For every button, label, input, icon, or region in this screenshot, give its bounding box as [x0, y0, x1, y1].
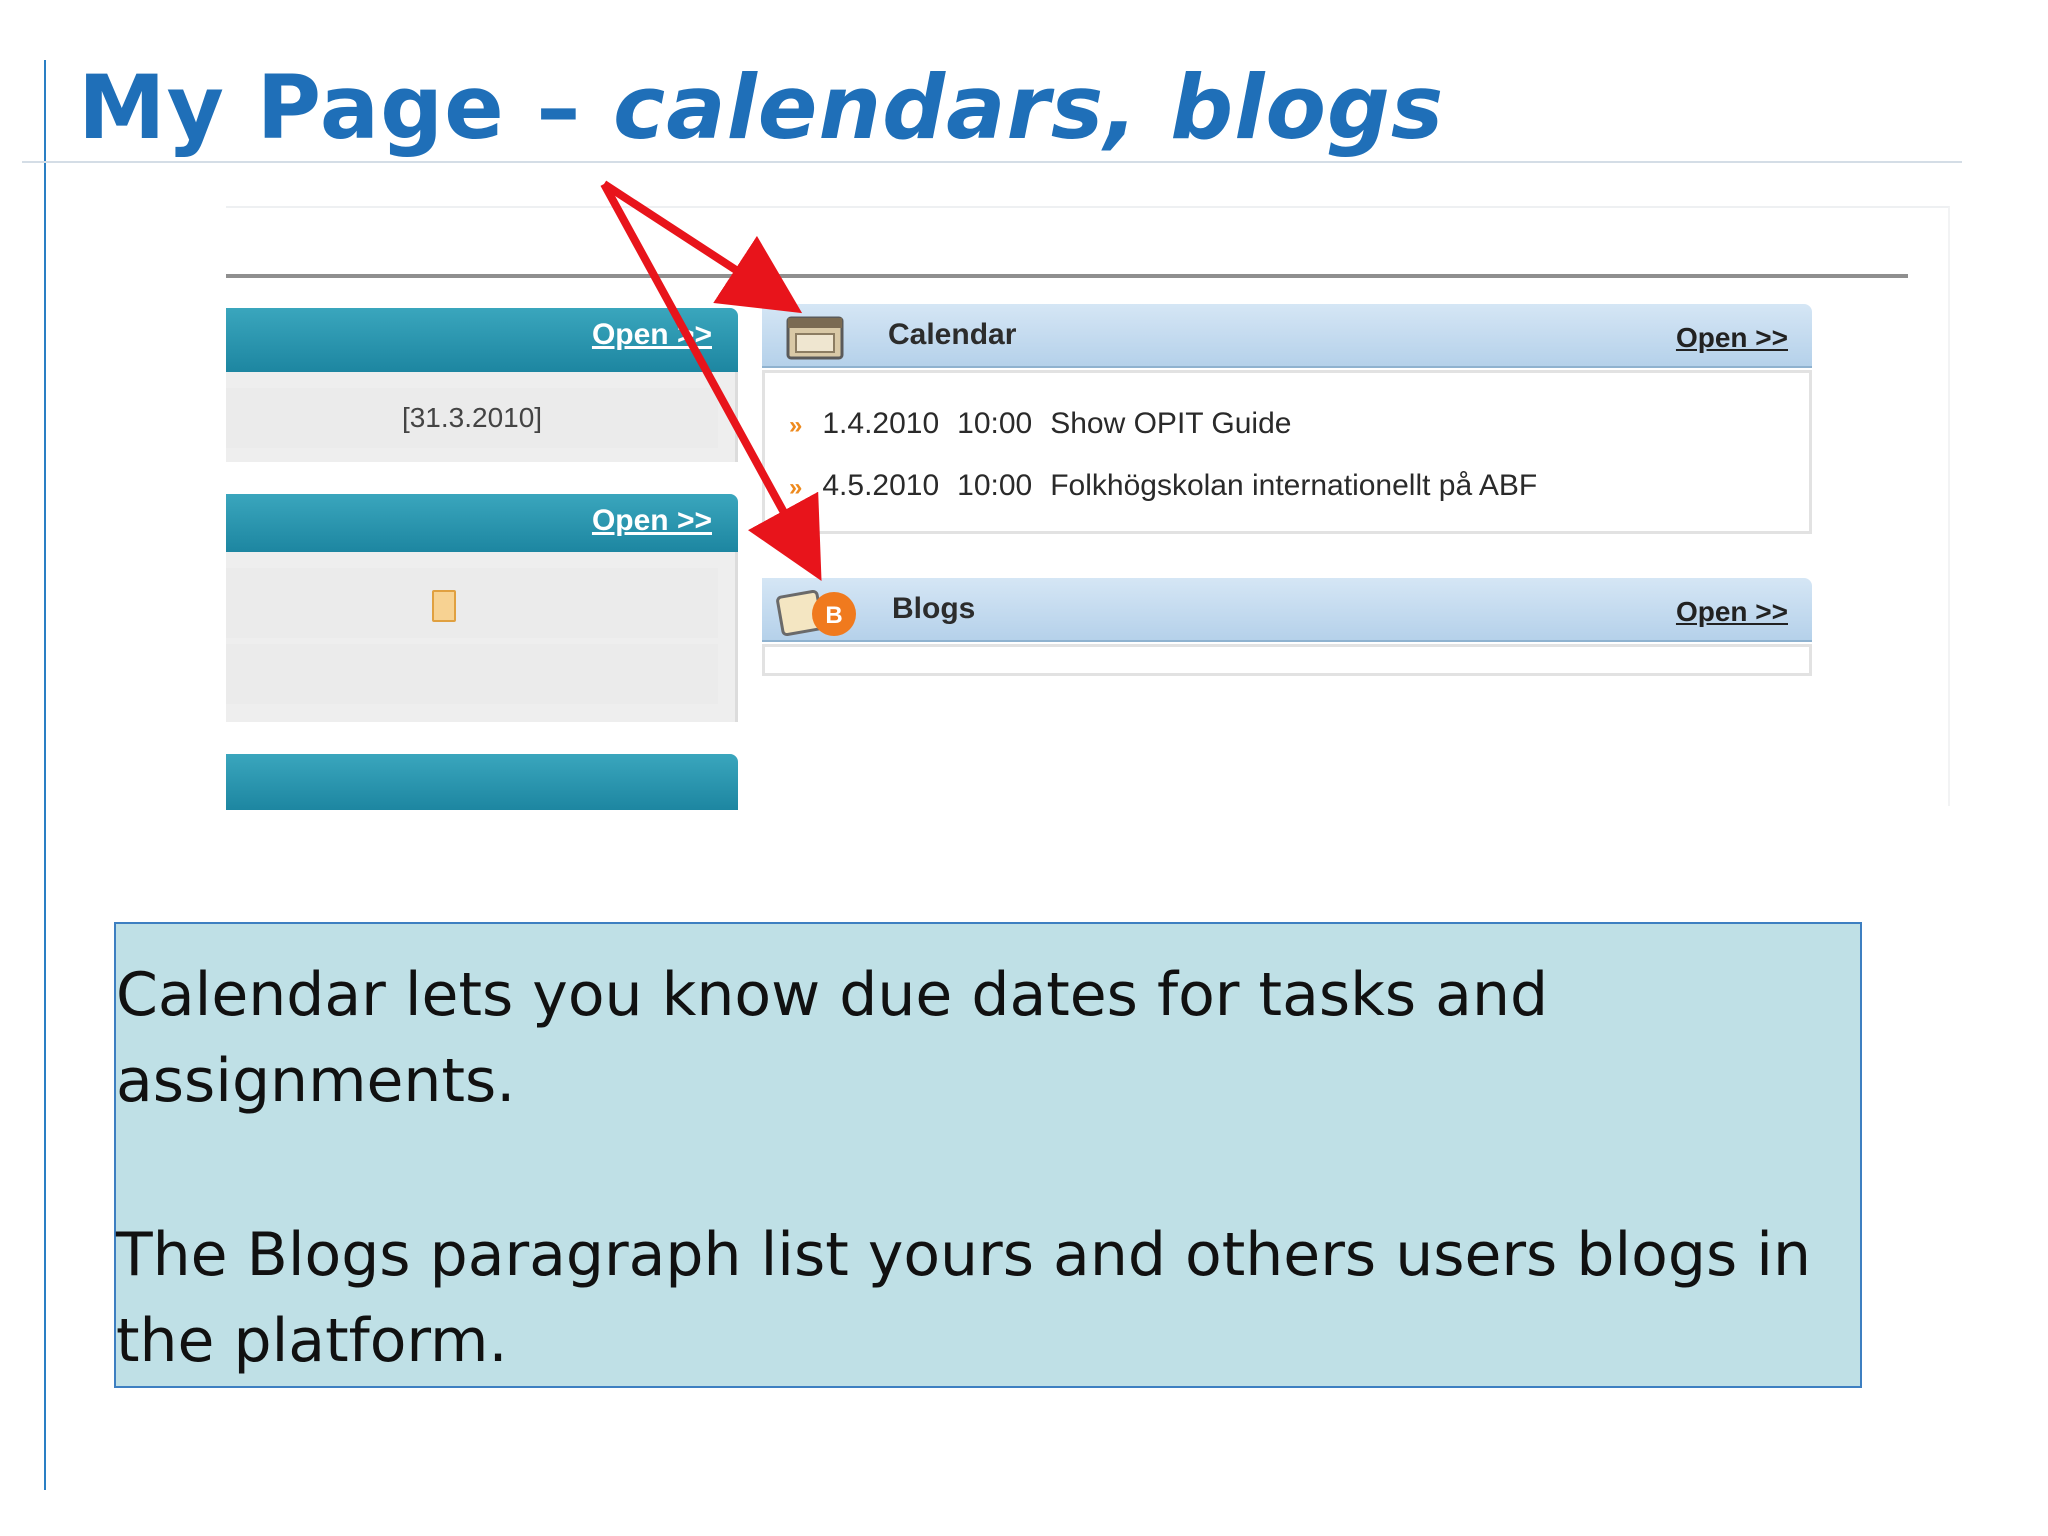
left-open-link-2[interactable]: Open >> [592, 504, 712, 538]
calendar-open-link[interactable]: Open >> [1676, 322, 1788, 354]
calendar-body: » 1.4.2010 10:00 Show OPIT Guide » 4.5.2010 1… [762, 370, 1812, 534]
event-title: Show OPIT Guide [1050, 407, 1292, 440]
description-box: Calendar lets you know due dates for tas… [114, 922, 1862, 1388]
event-marker-icon: » [789, 412, 803, 439]
blogs-open-link[interactable]: Open >> [1676, 596, 1788, 628]
blog-icon: B [776, 589, 856, 637]
event-time: 10:00 [957, 407, 1033, 440]
embedded-screenshot: Open >> [31.3.2010] Open >> Calendar Ope… [226, 206, 1950, 810]
svg-text:B: B [825, 602, 842, 629]
left-panel-header-3 [226, 754, 738, 810]
event-date: 1.4.2010 [822, 407, 940, 440]
event-marker-icon: » [789, 474, 803, 501]
left-open-link-1[interactable]: Open >> [592, 318, 712, 352]
left-panel-body-1: [31.3.2010] [226, 372, 738, 462]
title-divider [22, 161, 1962, 163]
document-icon[interactable] [432, 590, 456, 622]
blogs-header: B Blogs Open >> [762, 578, 1812, 642]
left-empty-cell [226, 644, 718, 704]
description-blogs: The Blogs paragraph list yours and other… [116, 1220, 1811, 1376]
left-accent-line [44, 60, 46, 1490]
calendar-icon [786, 316, 844, 360]
calendar-title: Calendar [888, 318, 1017, 351]
left-panel-header-1: Open >> [226, 308, 738, 372]
left-panel-header-2: Open >> [226, 494, 738, 552]
event-title: Folkhögskolan internationellt på ABF [1050, 469, 1538, 502]
screenshot-top-rule [226, 274, 1908, 278]
left-date-cell: [31.3.2010] [226, 388, 718, 448]
left-panel-body-2 [226, 552, 738, 722]
blogs-body [762, 644, 1812, 676]
page-title: My Page – calendars, blogs [78, 56, 1444, 159]
event-time: 10:00 [957, 469, 1033, 502]
calendar-header: Calendar Open >> [762, 304, 1812, 368]
left-date: [31.3.2010] [401, 402, 543, 433]
calendar-event-1[interactable]: » 1.4.2010 10:00 Show OPIT Guide [789, 407, 1291, 441]
left-file-cell [226, 568, 718, 638]
blogs-title: Blogs [892, 592, 976, 625]
event-date: 4.5.2010 [822, 469, 940, 502]
calendar-event-2[interactable]: » 4.5.2010 10:00 Folkhögskolan internatione… [789, 469, 1537, 503]
title-italic: calendars, blogs [613, 56, 1445, 159]
description-calendar: Calendar lets you know due dates for tas… [116, 960, 1549, 1116]
title-main: My Page – [78, 56, 614, 159]
